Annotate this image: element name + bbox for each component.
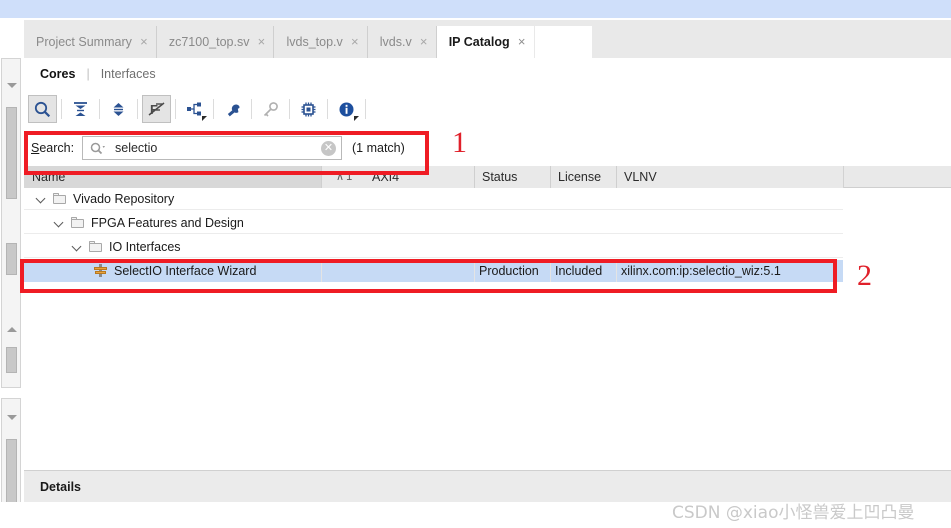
folder-icon xyxy=(89,241,102,252)
annotation-number-1: 1 xyxy=(452,126,467,159)
wrench-icon[interactable] xyxy=(218,95,247,123)
dropdown-caret-icon[interactable] xyxy=(354,116,359,121)
scroll-thumb-secondary[interactable] xyxy=(6,243,17,275)
scroll-thumb[interactable] xyxy=(6,107,17,199)
tab-strip: Project Summary × zc7100_top.sv × lvds_t… xyxy=(24,26,535,58)
search-icon[interactable] xyxy=(28,95,57,123)
table-row[interactable]: IO Interfaces xyxy=(24,236,843,258)
folder-icon xyxy=(71,217,84,228)
subtab-separator: | xyxy=(86,67,90,81)
catalog-toolbar: F xyxy=(24,92,951,128)
outer-left-gutter xyxy=(0,18,22,528)
catalog-subtab-bar: Cores | Interfaces xyxy=(24,58,951,92)
chevron-down-icon[interactable] xyxy=(72,241,83,252)
info-icon[interactable] xyxy=(332,95,361,123)
subtab-cores[interactable]: Cores xyxy=(38,67,77,81)
tab-ip-catalog[interactable]: IP Catalog × xyxy=(436,26,535,58)
screenshot-root: Project Summary × zc7100_top.sv × lvds_t… xyxy=(0,0,951,528)
table-row[interactable]: FPGA Features and Design xyxy=(24,212,843,234)
tab-lvds-top-v[interactable]: lvds_top.v × xyxy=(274,26,368,58)
scroll-down-arrow-icon-2[interactable] xyxy=(7,415,17,420)
top-blue-band xyxy=(0,0,951,18)
collapse-all-icon[interactable] xyxy=(66,95,95,123)
outer-scrollbar-upper[interactable] xyxy=(1,58,21,388)
tab-close-icon[interactable]: × xyxy=(249,35,273,49)
header-right-filler xyxy=(844,166,951,188)
tab-label: lvds.v xyxy=(379,35,412,49)
column-header-vlnv[interactable]: VLNV xyxy=(616,166,843,188)
tab-lvds-v[interactable]: lvds.v × xyxy=(368,26,437,58)
tab-label: zc7100_top.sv xyxy=(168,35,250,49)
annotation-box-2 xyxy=(20,259,837,293)
scroll-down-arrow-icon[interactable] xyxy=(7,83,17,88)
scroll-thumb-lower[interactable] xyxy=(6,347,17,373)
details-label: Details xyxy=(40,480,81,494)
chevron-down-icon[interactable] xyxy=(54,217,65,228)
chip-icon[interactable] xyxy=(294,95,323,123)
chevron-down-icon[interactable] xyxy=(36,193,47,204)
tab-label: lvds_top.v xyxy=(286,35,343,49)
annotation-box-1 xyxy=(24,131,429,175)
tab-project-summary[interactable]: Project Summary × xyxy=(24,26,157,58)
row-name: FPGA Features and Design xyxy=(91,215,244,230)
hierarchy-icon[interactable] xyxy=(180,95,209,123)
tab-close-icon[interactable]: × xyxy=(412,35,436,49)
subtab-interfaces[interactable]: Interfaces xyxy=(99,67,158,81)
sort-disabled-icon[interactable]: F xyxy=(142,95,171,123)
dropdown-caret-icon[interactable] xyxy=(202,116,207,121)
tab-close-icon[interactable]: × xyxy=(132,35,156,49)
annotation-number-2: 2 xyxy=(857,259,872,292)
tab-close-icon[interactable]: × xyxy=(510,35,534,49)
tab-label: Project Summary xyxy=(36,35,132,49)
scroll-thumb-2[interactable] xyxy=(6,439,17,509)
row-name: Vivado Repository xyxy=(73,191,175,206)
column-header-status[interactable]: Status xyxy=(474,166,550,188)
tab-zc7100-top-sv[interactable]: zc7100_top.sv × xyxy=(157,26,275,58)
column-header-license[interactable]: License xyxy=(550,166,616,188)
editor-tab-bar: Project Summary × zc7100_top.sv × lvds_t… xyxy=(24,20,951,59)
tab-label: IP Catalog xyxy=(448,35,510,49)
ip-table-body: Vivado Repository FPGA Features and Desi… xyxy=(24,188,951,470)
expand-all-icon[interactable] xyxy=(104,95,133,123)
row-name: IO Interfaces xyxy=(109,239,181,254)
folder-icon xyxy=(53,193,66,204)
tab-close-icon[interactable]: × xyxy=(343,35,367,49)
scroll-up-arrow-icon[interactable] xyxy=(7,327,17,332)
table-row[interactable]: Vivado Repository xyxy=(24,188,843,210)
key-icon[interactable] xyxy=(256,95,285,123)
watermark: CSDN @xiao小怪兽爱上凹凸曼 xyxy=(672,503,915,523)
